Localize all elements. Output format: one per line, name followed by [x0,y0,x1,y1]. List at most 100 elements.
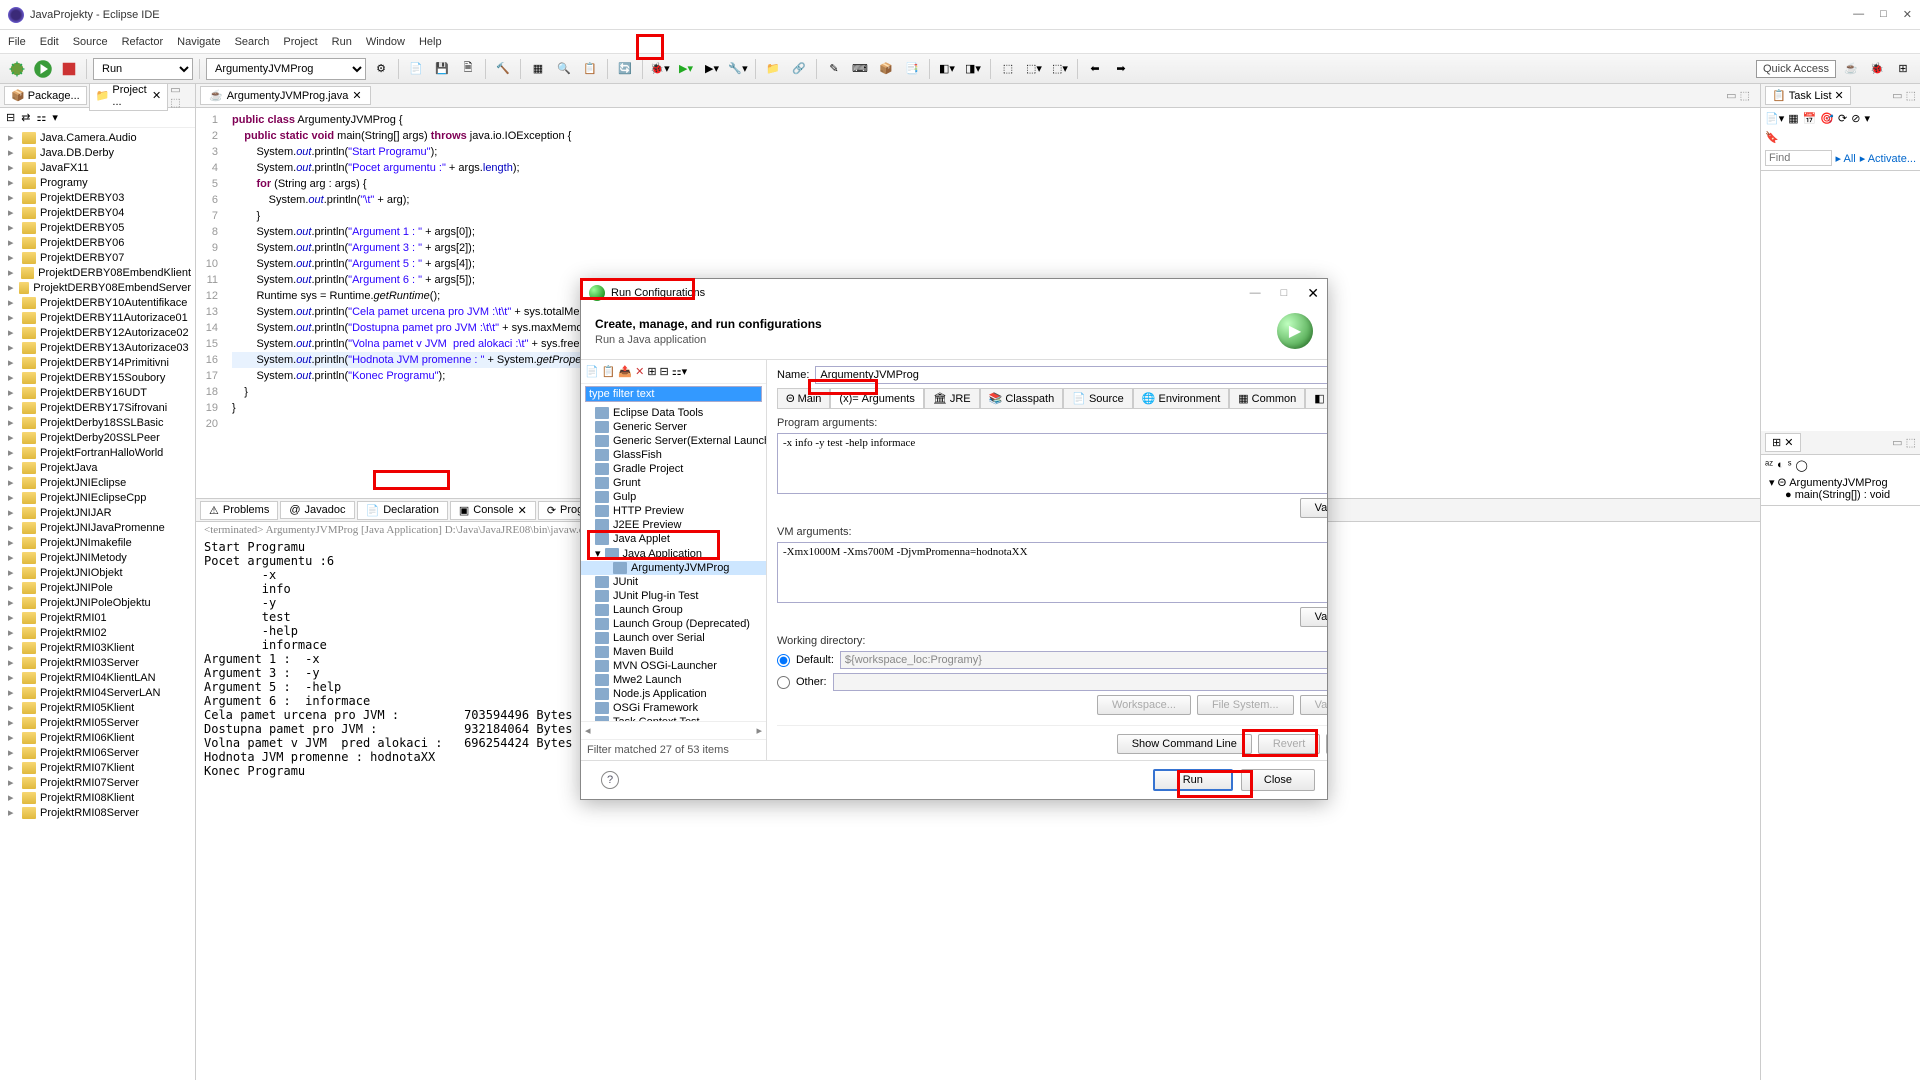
link-editor-icon[interactable]: ⇄ [21,111,30,124]
tree-item[interactable]: ▸ProjektJNIPole [0,580,195,595]
new-config-icon[interactable]: 📄 [585,365,599,378]
tab-declaration[interactable]: 📄 Declaration [357,501,448,520]
run-icon[interactable] [32,58,54,80]
config-tree-item[interactable]: GlassFish [581,448,766,462]
tree-item[interactable]: ▸ProjektJNIJavaPromenne [0,520,195,535]
tree-item[interactable]: ▸ProjektDERBY05 [0,220,195,235]
task-hide-icon[interactable]: ⊘ [1851,112,1860,125]
tab-problems[interactable]: ⚠ Problems [200,501,278,520]
task-focus-icon[interactable]: 🎯 [1820,112,1834,125]
delete-config-icon[interactable]: ✕ [635,365,644,378]
tree-item[interactable]: ▸ProjektDERBY03 [0,190,195,205]
menu-help[interactable]: Help [419,36,442,48]
task-sched-icon[interactable]: 📅 [1803,112,1817,125]
outline-hide-static-icon[interactable]: ˢ [1788,459,1792,472]
tree-item[interactable]: ▸ProjektJNIMetody [0,550,195,565]
filter-config-icon[interactable]: ⚏▾ [672,365,687,378]
duplicate-config-icon[interactable]: 📋 [602,365,616,378]
wd-workspace-button[interactable]: Workspace... [1097,695,1191,715]
config-tree-item[interactable]: Grunt [581,476,766,490]
tree-item[interactable]: ▸ProjektDERBY14Primitivni [0,355,195,370]
tree-item[interactable]: ▸ProjektDERBY15Soubory [0,370,195,385]
tb-generic-2[interactable]: 🔍 [553,58,575,80]
tree-item[interactable]: ▸ProjektRMI06Klient [0,730,195,745]
config-tree-item[interactable]: MVN OSGi-Launcher [581,659,766,673]
export-config-icon[interactable]: 📤 [618,365,632,378]
tab-source[interactable]: 📄 Source [1063,388,1133,408]
tree-item[interactable]: ▸ProjektRMI01 [0,610,195,625]
config-tree-item[interactable]: ArgumentyJVMProg [581,561,766,575]
menu-navigate[interactable]: Navigate [177,36,220,48]
persp-debug-icon[interactable]: 🐞 [1866,58,1888,80]
tree-item[interactable]: ▸ProjektJava [0,460,195,475]
quick-access[interactable]: Quick Access [1756,60,1836,78]
config-tree-item[interactable]: Launch Group [581,603,766,617]
task-menu-icon[interactable]: ▾ [1864,112,1870,125]
show-cmd-button[interactable]: Show Command Line [1117,734,1252,754]
menu-project[interactable]: Project [283,36,317,48]
tb-refresh-icon[interactable]: 🔄 [614,58,636,80]
config-tree-item[interactable]: JUnit Plug-in Test [581,589,766,603]
tree-item[interactable]: ▸ProjektJNIObjekt [0,565,195,580]
tree-item[interactable]: ▸ProjektRMI06Server [0,745,195,760]
tb-generic-1[interactable]: ▦ [527,58,549,80]
tb-generic-3[interactable]: 📋 [579,58,601,80]
tree-item[interactable]: ▸ProjektDerby18SSLBasic [0,415,195,430]
tree-item[interactable]: ▸ProjektJNIEclipse [0,475,195,490]
tree-item[interactable]: ▸ProjektDERBY11Autorizace01 [0,310,195,325]
help-icon[interactable]: ? [601,771,619,789]
tab-arguments[interactable]: (x)= Arguments [830,388,923,408]
tree-item[interactable]: ▸Java.Camera.Audio [0,130,195,145]
tree-item[interactable]: ▸ProjektRMI05Server [0,715,195,730]
tab-console[interactable]: ▣ Console ✕ [450,501,536,520]
tree-item[interactable]: ▸ProjektRMI07Klient [0,760,195,775]
tree-item[interactable]: ▸Programy [0,175,195,190]
menu-edit[interactable]: Edit [40,36,59,48]
ext-tools-icon[interactable]: 🔧▾ [727,58,749,80]
save-icon[interactable]: 💾 [431,58,453,80]
tb-generic-12[interactable]: ⬚ [997,58,1019,80]
program-arguments-input[interactable] [777,433,1327,494]
tree-item[interactable]: ▸ProjektRMI02 [0,625,195,640]
config-tree-item[interactable]: Launch over Serial [581,631,766,645]
tree-item[interactable]: ▸ProjektRMI07Server [0,775,195,790]
wd-variables-button[interactable]: Variables... [1300,695,1327,715]
new-icon[interactable]: 📄 [405,58,427,80]
gear-icon[interactable]: ⚙ [370,58,392,80]
menu-window[interactable]: Window [366,36,405,48]
tab-task-list[interactable]: 📋 Task List ✕ [1765,86,1851,105]
config-tree-item[interactable]: Java Applet [581,532,766,546]
config-tree-item[interactable]: ▾ Java Application [581,546,766,561]
menu-search[interactable]: Search [235,36,270,48]
tree-item[interactable]: ▸ProjektDERBY12Autorizace02 [0,325,195,340]
config-tree-item[interactable]: J2EE Preview [581,518,766,532]
tree-item[interactable]: ▸ProjektDERBY08EmbendServer [0,280,195,295]
tree-item[interactable]: ▸ProjektDERBY13Autorizace03 [0,340,195,355]
tree-item[interactable]: ▸ProjektRMI03Klient [0,640,195,655]
tree-item[interactable]: ▸ProjektFortranHalloWorld [0,445,195,460]
tree-item[interactable]: ▸ProjektJNImakefile [0,535,195,550]
expand-all-icon[interactable]: ⊞ [647,365,656,378]
wd-filesystem-button[interactable]: File System... [1197,695,1294,715]
tb-generic-14[interactable]: ⬚▾ [1049,58,1071,80]
tb-generic-5[interactable]: 🔗 [788,58,810,80]
tree-item[interactable]: ▸ProjektRMI04ServerLAN [0,685,195,700]
config-tree-item[interactable]: Generic Server [581,420,766,434]
config-tree-item[interactable]: Generic Server(External Launch) [581,434,766,448]
tb-generic-8[interactable]: 📦 [875,58,897,80]
tab-classpath[interactable]: 📚 Classpath [980,388,1064,408]
task-sync-icon[interactable]: ⟳ [1838,112,1847,125]
tab-project-explorer[interactable]: 📁 Project ... ✕ [89,81,169,111]
tab-main[interactable]: Θ Main [777,388,830,408]
config-tree-item[interactable]: OSGi Framework [581,701,766,715]
tree-item[interactable]: ▸ProjektDERBY06 [0,235,195,250]
tree-item[interactable]: ▸Java.DB.Derby [0,145,195,160]
tree-item[interactable]: ▸ProjektDERBY07 [0,250,195,265]
tree-item[interactable]: ▸ProjektDerby20SSLPeer [0,430,195,445]
config-tree-item[interactable]: Maven Build [581,645,766,659]
editor-tab[interactable]: ☕ ArgumentyJVMProg.java ✕ [200,86,371,105]
config-filter-input[interactable] [585,386,762,402]
save-all-icon[interactable]: 🗎 [457,58,479,80]
persp-other-icon[interactable]: ⊞ [1892,58,1914,80]
tree-item[interactable]: ▸ProjektJNIEclipseCpp [0,490,195,505]
